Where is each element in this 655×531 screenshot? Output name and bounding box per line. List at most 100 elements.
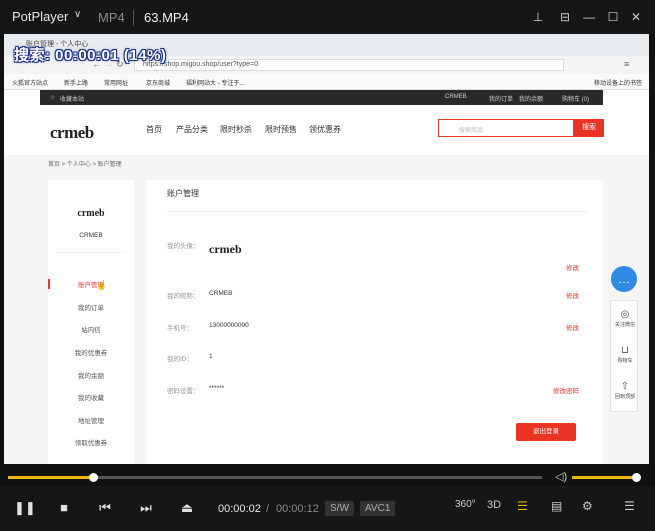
3d-button[interactable]: 3D — [487, 499, 501, 511]
search-button[interactable]: 搜索 — [574, 119, 604, 137]
float-wechat[interactable]: ◎ 关注微信 — [611, 309, 639, 328]
bookmark-item[interactable]: 京东商城 — [146, 78, 170, 87]
nav-flash-sale[interactable]: 限时秒杀 — [220, 124, 252, 135]
current-time: 00:00:02 — [218, 503, 261, 515]
vr-360-button[interactable]: 360° — [455, 499, 476, 510]
eject-button[interactable]: ⏏ — [178, 500, 196, 516]
site-header: crmeb 首页 产品分类 限时秒杀 限时预售 领优惠券 搜索商品 搜索 — [40, 105, 604, 155]
nav-coupons[interactable]: 领优惠券 — [309, 124, 341, 135]
app-name[interactable]: PotPlayer — [12, 9, 68, 24]
subtitle-icon[interactable]: ▤ — [551, 499, 562, 513]
rocket-icon: ⇧ — [620, 381, 630, 392]
topbar-user[interactable]: CRMEB — [445, 94, 467, 100]
bookmark-item[interactable]: 新手上路 — [64, 78, 88, 87]
edit-nickname-link[interactable]: 修改 — [566, 290, 579, 300]
topbar-cart[interactable]: 购物车 (0) — [562, 94, 589, 103]
topbar-balance[interactable]: 我的余额 — [519, 94, 543, 103]
video-frame[interactable]: 搜索: 00:00:01 (14%) 账户管理 - 个人中心 ← → ↻ htt… — [4, 34, 649, 464]
pin-icon[interactable]: ⊥ — [530, 9, 546, 25]
cart-icon: ⊔ — [621, 345, 629, 356]
sidebar-logo: crmeb — [77, 208, 105, 219]
id-value: 1 — [209, 353, 213, 360]
total-time: 00:00:12 — [276, 503, 319, 515]
sidebar-divider — [56, 252, 126, 253]
float-panel: ◎ 关注微信 ⊔ 购物车 ⇧ 回到顶部 — [610, 300, 638, 412]
minimize-to-tray-icon[interactable]: ⊟ — [557, 9, 573, 25]
volume-thumb[interactable] — [632, 473, 641, 482]
bookmarks-bar: 火狐官方站点 新手上路 常用网址 京东商城 福利网站大 - 专注于... 移动设… — [4, 74, 649, 90]
mobile-bookmarks[interactable]: 移动设备上的书签 — [594, 78, 642, 87]
menu-chevron-down-icon[interactable]: ∨ — [74, 9, 81, 20]
wechat-icon: ◎ — [620, 309, 630, 320]
topbar-orders[interactable]: 我的订单 — [489, 94, 513, 103]
previous-button[interactable]: ⏮ — [96, 500, 114, 516]
nav-presale[interactable]: 限时预售 — [265, 124, 297, 135]
breadcrumb: 首页 > 个人中心 > 账户管理 — [48, 162, 122, 168]
minimize-button[interactable]: — — [581, 9, 597, 25]
player-title-bar: PotPlayer ∨ MP4 63.MP4 ⊥ ⊟ — ☐ ✕ — [0, 0, 655, 34]
sidebar-item-balance[interactable]: 我的余额 — [48, 370, 134, 380]
potplayer-window: PotPlayer ∨ MP4 63.MP4 ⊥ ⊟ — ☐ ✕ 搜索: 00:… — [0, 0, 655, 531]
codec-badge[interactable]: AVC1 — [360, 501, 396, 516]
password-label: 密码设置： — [167, 388, 200, 395]
avatar: crmeb — [209, 242, 242, 256]
settings-gear-icon[interactable]: ⚙ — [582, 499, 593, 513]
sw-badge[interactable]: S/W — [325, 501, 354, 516]
sidebar-active-marker — [48, 279, 50, 289]
pause-button[interactable]: ❚❚ — [14, 500, 36, 516]
time-separator: / — [266, 503, 270, 515]
nav-home[interactable]: 首页 — [146, 124, 162, 135]
sidebar-item-addresses[interactable]: 地址管理 — [48, 415, 134, 425]
sidebar-item-orders[interactable]: 我的订单 — [48, 302, 134, 312]
address-bar[interactable]: https://shop.migou.shop/user?type=0 — [134, 59, 564, 71]
chat-icon[interactable]: … — [611, 266, 637, 292]
bookmark-item[interactable]: 常用网址 — [104, 78, 128, 87]
star-icon: ☆ — [50, 95, 56, 101]
sidebar-username: CRMEB — [79, 232, 103, 239]
search-input[interactable]: 搜索商品 — [438, 119, 574, 137]
file-format: MP4 — [98, 10, 125, 25]
avatar-label: 我的头像： — [167, 243, 200, 250]
bookmark-site-link[interactable]: 收藏本站 — [60, 94, 84, 103]
seek-overlay: 搜索: 00:00:01 (14%) — [14, 47, 167, 64]
user-sidebar: crmeb CRMEB 账户管理 我的订单 站内信 我的优惠券 我的余额 我的收… — [48, 180, 134, 464]
sidebar-item-account[interactable]: 账户管理 — [48, 279, 134, 289]
close-button[interactable]: ✕ — [628, 9, 644, 25]
account-panel: 账户管理 我的头像： crmeb 修改 我的昵称： CRMEB 修改 手机号： … — [147, 180, 603, 464]
float-back-top[interactable]: ⇧ 回到顶部 — [611, 381, 639, 400]
edit-phone-link[interactable]: 修改 — [566, 322, 579, 332]
float-wechat-label: 关注微信 — [614, 322, 635, 328]
volume-slider[interactable] — [572, 476, 636, 479]
edit-password-link[interactable]: 修改密码 — [553, 385, 579, 395]
title-divider — [133, 10, 134, 26]
nav-categories[interactable]: 产品分类 — [176, 124, 208, 135]
float-cart-label: 购物车 — [617, 358, 633, 364]
sidebar-item-messages[interactable]: 站内信 — [48, 324, 134, 334]
sidebar-item-my-coupons[interactable]: 我的优惠券 — [48, 347, 134, 357]
sidebar-item-favorites[interactable]: 我的收藏 — [48, 392, 134, 402]
sidebar-item-get-coupons[interactable]: 领取优惠券 — [48, 437, 134, 447]
next-button[interactable]: ⏭ — [137, 500, 155, 516]
float-back-top-label: 回到顶部 — [614, 394, 635, 400]
phone-label: 手机号： — [167, 325, 193, 332]
site-logo[interactable]: crmeb — [50, 123, 94, 143]
browser-menu-icon[interactable]: ≡ — [624, 59, 629, 69]
seek-bar[interactable] — [8, 476, 542, 479]
maximize-button[interactable]: ☐ — [605, 9, 621, 25]
seek-bar-fill — [8, 476, 94, 479]
mouse-cursor-icon: ☝ — [96, 280, 108, 290]
site-topbar: ☆ 收藏本站 CRMEB 我的订单 我的余额 购物车 (0) — [40, 90, 603, 105]
bookmark-item[interactable]: 福利网站大 - 专注于... — [186, 78, 244, 87]
playlist-search-icon[interactable]: ☰ — [517, 499, 528, 513]
stop-button[interactable]: ■ — [55, 500, 73, 515]
nickname-value: CRMEB — [209, 290, 233, 297]
bookmark-item[interactable]: 火狐官方站点 — [12, 78, 48, 87]
menu-icon[interactable]: ☰ — [624, 499, 635, 513]
speaker-icon[interactable]: ◁) — [555, 470, 567, 483]
control-bar: ❚❚ ■ ⏮ ⏭ ⏏ 00:00:02 / 00:00:12 S/W AVC1 … — [0, 486, 655, 531]
id-label: 我的ID： — [167, 356, 193, 363]
logout-button[interactable]: 退出登录 — [516, 423, 576, 441]
edit-avatar-link[interactable]: 修改 — [566, 262, 579, 272]
float-cart[interactable]: ⊔ 购物车 — [611, 345, 639, 364]
seek-thumb[interactable] — [89, 473, 99, 482]
